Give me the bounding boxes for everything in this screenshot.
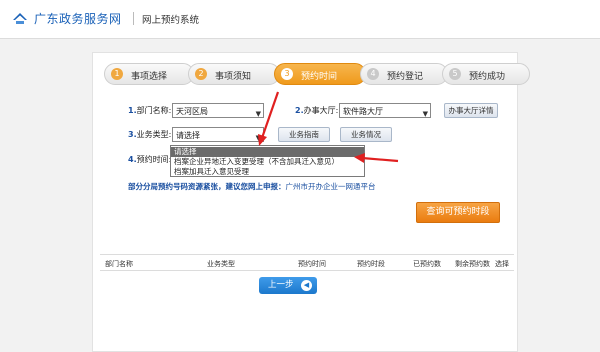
chevron-down-icon: ▼: [255, 110, 261, 118]
dropdown-option[interactable]: 档案加具迁入意见受理: [171, 167, 364, 177]
step-3: 3 预约时间: [274, 63, 366, 85]
hall-label: 2.办事大厅:: [295, 106, 339, 115]
biz-status-button[interactable]: 业务情况: [340, 127, 392, 142]
step-number: 4: [367, 68, 379, 80]
step-label: 预约登记: [387, 72, 424, 82]
chevron-down-icon: ▼: [422, 110, 428, 118]
col-header-booked: 已预约数: [413, 260, 441, 268]
step-2: 2 事项须知: [188, 63, 280, 85]
hall-select[interactable]: 软件路大厅 ▼: [339, 103, 431, 118]
biz-guide-button[interactable]: 业务指南: [278, 127, 330, 142]
progress-steps: 1 事项选择 2 事项须知 3 预约时间 4 预约登记 5 预约成功: [104, 63, 530, 85]
top-bar: 广东政务服务网 网上预约系统: [0, 0, 600, 39]
biz-type-select-value: 请选择: [176, 131, 200, 140]
time-label: 4.预约时间:: [128, 155, 172, 164]
prev-step-button[interactable]: 上一步 ◀: [259, 277, 317, 294]
col-header-time-slot: 预约时段: [357, 260, 385, 268]
col-header-select: 选择: [495, 260, 509, 268]
step-label: 事项选择: [131, 72, 168, 82]
col-header-biz-type: 业务类型: [207, 260, 235, 268]
dept-select-value: 天河区局: [176, 107, 208, 116]
step-number: 2: [195, 68, 207, 80]
biz-type-dropdown: 请选择 档案企业异地迁入变更受理（不含加具迁入意见） 档案加具迁入意见受理: [170, 145, 365, 177]
dept-select[interactable]: 天河区局 ▼: [172, 103, 264, 118]
step-1: 1 事项选择: [104, 63, 194, 85]
biz-type-label: 3.业务类型:: [128, 130, 172, 139]
query-available-times-button[interactable]: 查询可预约时段: [416, 202, 500, 223]
step-number: 3: [281, 68, 293, 80]
dept-label: 1.部门名称:: [128, 106, 172, 115]
header-divider: [133, 12, 134, 25]
hall-select-value: 软件路大厅: [343, 107, 383, 116]
hall-detail-button[interactable]: 办事大厅详情: [444, 103, 498, 118]
notice-text: 部分分局预约号码资源紧张，建议您网上申报：广州市开办企业一网通平台: [128, 181, 376, 192]
step-4: 4 预约登记: [360, 63, 448, 85]
table-header-divider: [100, 270, 514, 271]
col-header-remaining: 剩余预约数: [455, 260, 490, 268]
biz-type-select[interactable]: 请选择 ▼: [172, 127, 264, 142]
notice-link[interactable]: 广州市开办企业一网通平台: [286, 182, 376, 191]
dropdown-option[interactable]: 请选择: [171, 147, 364, 157]
site-logo-icon: [13, 13, 27, 24]
step-number: 1: [111, 68, 123, 80]
chevron-down-icon: ▼: [255, 134, 261, 142]
prev-step-label: 上一步: [268, 280, 294, 290]
col-header-dept: 部门名称: [105, 260, 133, 268]
step-label: 事项须知: [215, 72, 252, 82]
col-header-appointment-date: 预约时间: [298, 260, 326, 268]
table-top-divider: [100, 254, 514, 255]
system-title: 网上预约系统: [142, 15, 200, 26]
step-label: 预约成功: [469, 72, 506, 82]
dropdown-option[interactable]: 档案企业异地迁入变更受理（不含加具迁入意见）: [171, 157, 364, 167]
arrow-left-circle-icon: ◀: [301, 280, 312, 291]
notice-message: 部分分局预约号码资源紧张，建议您网上申报：: [128, 182, 286, 191]
step-label: 预约时间: [301, 72, 338, 82]
step-5: 5 预约成功: [442, 63, 530, 85]
brand-title[interactable]: 广东政务服务网: [34, 10, 122, 27]
step-number: 5: [449, 68, 461, 80]
